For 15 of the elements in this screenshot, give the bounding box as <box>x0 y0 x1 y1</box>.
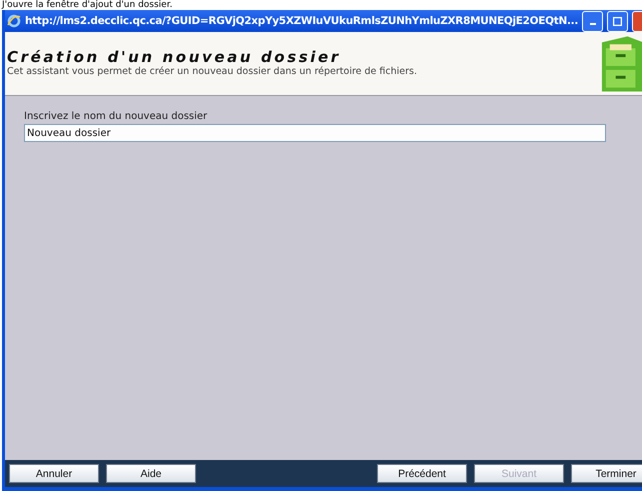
wizard-button[interactable]: Terminer <box>571 464 642 483</box>
field-label: Inscrivez le nom du nouveau dossier <box>24 111 208 122</box>
browser-icon <box>7 14 21 28</box>
minimize-icon <box>590 23 596 25</box>
minimize-button[interactable] <box>582 10 604 32</box>
maximize-button[interactable] <box>607 10 628 32</box>
window-title: http://lms2.decclic.qc.ca/?GUID=RGVjQ2xpYy5XZWIuVUkuRmlsZUNhYmluZXR8MUNEQjE2OEQtN... <box>25 15 578 27</box>
wizard-button[interactable]: Aide <box>106 464 196 483</box>
wizard-button[interactable]: Annuler <box>9 464 99 483</box>
caption-text: J'ouvre la fenêtre d'ajout d'un dossier. <box>2 0 172 10</box>
wizard-title: Création d'un nouveau dossier <box>7 48 342 66</box>
folder-name-field[interactable]: Nouveau dossier <box>24 124 606 142</box>
wizard-subtitle: Cet assistant vous permet de créer un nouveau dossier dans un répertoire de fichiers. <box>7 66 418 77</box>
maximize-icon <box>613 16 622 26</box>
wizard-button[interactable]: Précédent <box>377 464 467 483</box>
